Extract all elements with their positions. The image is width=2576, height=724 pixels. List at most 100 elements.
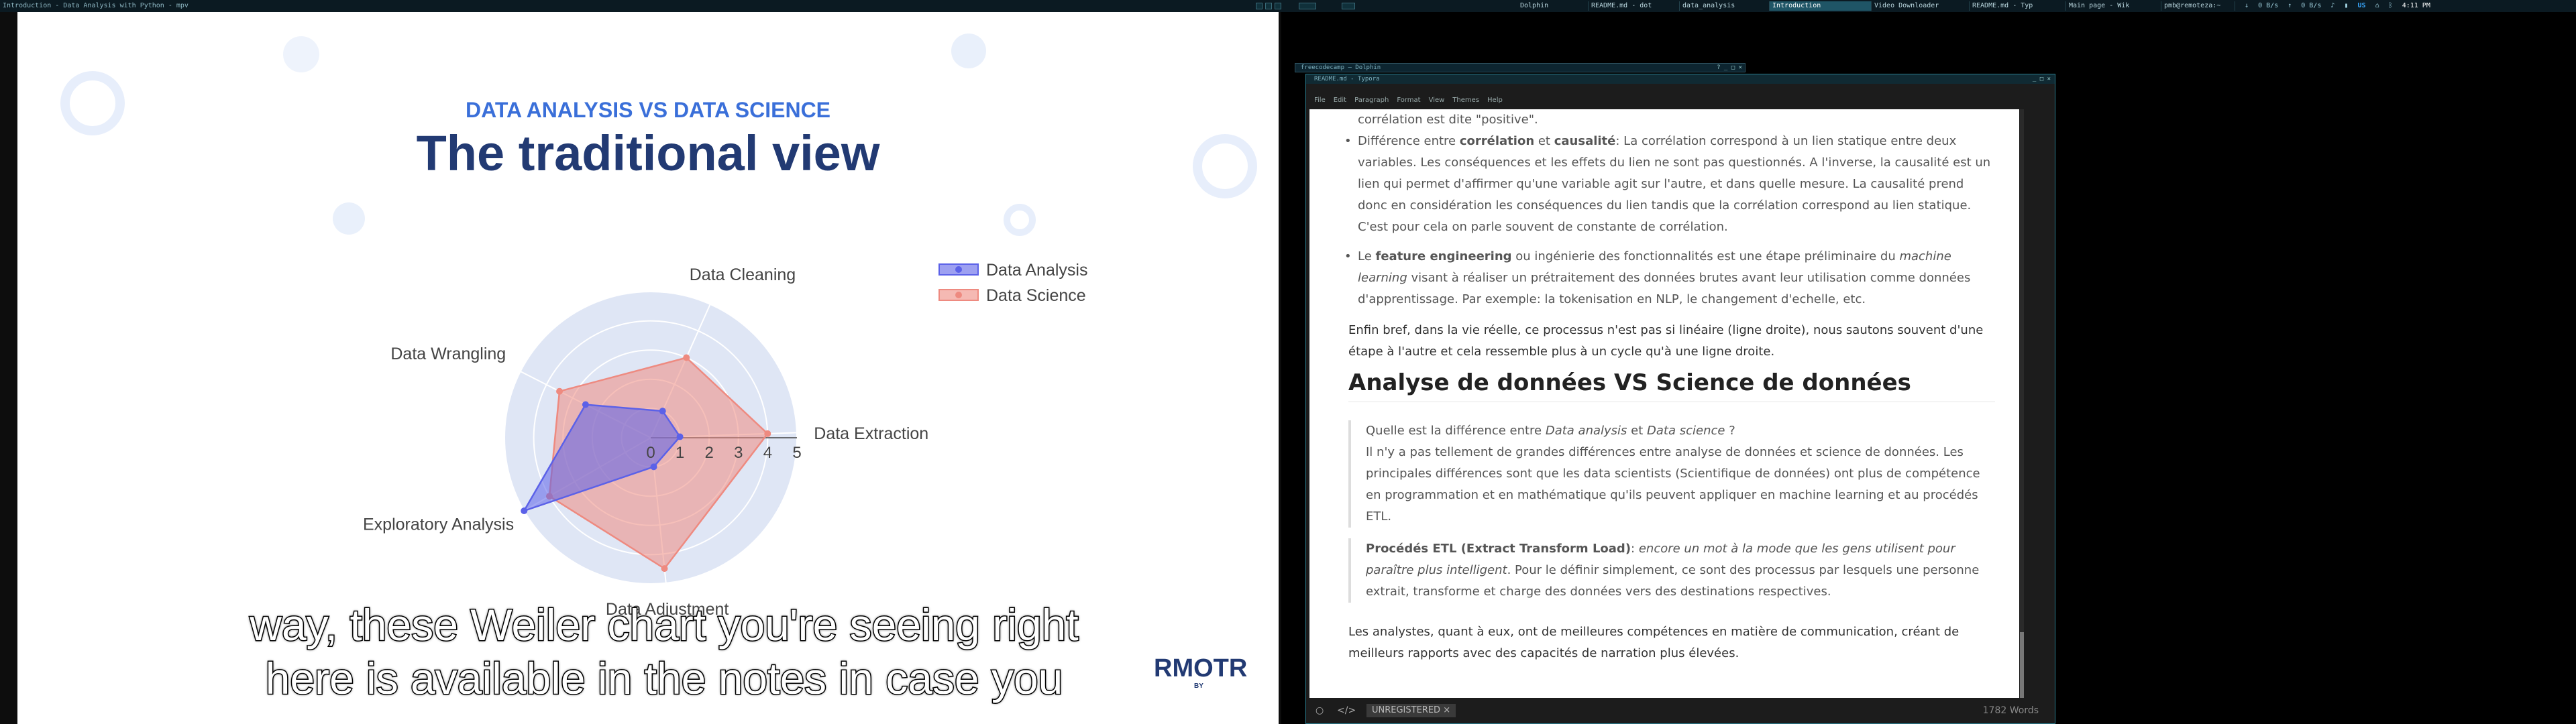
bullet-icon: • [1344,249,1352,263]
net-down-speed: 0 B/s [2258,2,2279,9]
dolphin-window-controls-icon[interactable]: ? _ □ × [1717,64,1742,72]
video-player[interactable]: DATA ANALYSIS VS DATA SCIENCE The tradit… [0,12,1281,724]
typora-statusbar: ○ </> UNREGISTERED × 1782 Words [1306,698,2055,723]
bq1-question: Quelle est la différence entre Data anal… [1366,420,1995,442]
series-point [683,354,690,361]
legend-marker [955,292,962,298]
radial-tick-label: 1 [676,444,684,462]
series-point [764,430,771,437]
task-list: Dolphin README.md - dot data_analysis Intro… [1517,0,2235,12]
typora-menubar: File Edit Paragraph Format View Themes Help [1306,95,2055,107]
series-point [650,463,657,471]
network-icon[interactable]: ⌂ [2375,1,2379,11]
doc-blockquote: Procédés ETL (Extract Transform Load): e… [1348,538,1995,603]
markdown-document[interactable]: corrélation est dite "positive". • Différ… [1309,109,2019,698]
rmotr-logo-by: BY [1194,682,1203,690]
window-close-icon[interactable] [1275,3,1281,9]
taskbar-item[interactable]: Introduction [1770,1,1872,11]
menu-item-view[interactable]: View [1429,95,1445,107]
axis-label: Data Extraction [814,424,928,443]
series-point [556,387,564,395]
menu-item-edit[interactable]: Edit [1334,95,1346,107]
taskbar-item[interactable]: Main page - Wik [2066,1,2161,11]
unregistered-badge[interactable]: UNREGISTERED × [1366,704,1456,717]
window-maximize-icon[interactable] [1265,3,1272,9]
axis-label: Data Cleaning [690,265,796,284]
taskbar-item[interactable]: data_analysis [1680,1,1770,11]
legend-marker [955,266,962,273]
clock[interactable]: 4:11 PM [2402,1,2430,11]
q2-colon: : [1631,542,1639,556]
b1-pre: Différence entre [1358,134,1460,148]
legend-label: Data Science [986,286,1086,305]
q1-italic-1: Data analysis [1545,424,1627,438]
workspace-indicator[interactable] [1299,3,1316,9]
axis-label: Exploratory Analysis [363,516,514,534]
subtitles: way, these Weiler chart you're seeing ri… [101,598,1228,705]
subtitle-line-2: here is available in the notes in case y… [264,653,1064,705]
radial-tick-label: 4 [763,444,772,462]
typora-window-controls-icon[interactable]: _ □ × [2033,74,2051,84]
b2-keyword: feature engineering [1375,249,1512,263]
workspace-indicator-2[interactable] [1342,3,1355,9]
doc-blockquote: Quelle est la différence entre Data anal… [1348,420,1995,528]
menu-item-file[interactable]: File [1314,95,1326,107]
q1-italic-2: Data science [1647,424,1725,438]
b1-keyword-1: corrélation [1459,134,1535,148]
taskbar-item[interactable]: Video Downloader [1872,1,1970,11]
series-point [676,433,684,440]
axis-label: Data Wrangling [390,345,506,363]
net-up-speed: 0 B/s [2301,2,2322,9]
battery-icon[interactable]: ▮ [2344,1,2348,11]
q2-keyword: Procédés ETL (Extract Transform Load) [1366,542,1631,556]
menu-item-help[interactable]: Help [1487,95,1503,107]
doc-fragment: corrélation est dite "positive". [1358,113,1538,127]
window-minimize-icon[interactable] [1256,3,1263,9]
radial-tick-label: 0 [646,444,655,462]
keyboard-layout[interactable]: US [2358,1,2366,11]
radial-tick-label: 2 [705,444,714,462]
bluetooth-icon[interactable]: ᛒ [2389,1,2393,11]
list-item: • Le feature engineering ou ingénierie de… [1344,246,1995,310]
net-up-icon: ↑ [2288,2,2292,9]
bullet-icon: • [1344,134,1352,148]
doc-paragraph: Les analystes, quant à eux, ont de meill… [1348,625,1960,660]
series-point [582,401,589,408]
outline-toggle-icon[interactable]: ○ [1316,698,1324,723]
bq1-body: Il n'y a pas tellement de grandes différ… [1366,445,1980,524]
subtitle-line-1: way, these Weiler chart you're seeing ri… [249,599,1079,651]
scrollbar-thumb[interactable] [2020,632,2024,698]
b1-mid: et [1534,134,1554,148]
q1-end: ? [1725,424,1735,438]
rmotr-logo: RMOTR [1154,654,1248,682]
list-item: • Différence entre corrélation et causali… [1344,131,1995,238]
document-scrollbar[interactable] [2020,109,2024,698]
system-tray: ↓ 0 B/s ↑ 0 B/s ♪ ▮ US ⌂ ᛒ 4:11 PM [2239,1,2430,11]
word-count[interactable]: 1782 Words [1983,698,2039,723]
series-point [659,408,666,415]
menu-item-format[interactable]: Format [1397,95,1420,107]
dolphin-titlebar[interactable]: freecodecamp — Dolphin ? _ □ × [1295,63,1746,72]
doc-heading: Analyse de données VS Science de données [1348,368,1995,402]
typora-window[interactable]: README.md - Typora _ □ × File Edit Paragra… [1305,74,2055,724]
dolphin-title: freecodecamp — Dolphin [1301,64,1381,71]
b1-keyword-2: causalité [1554,134,1616,148]
top-panel: Introduction - Data Analysis with Python… [0,0,2576,12]
b2-mid: ou ingénierie des fonctionnalités est un… [1511,249,1900,263]
b2-pre: Le [1358,249,1376,263]
taskbar-item[interactable]: pmb@remoteza:~ [2161,1,2235,11]
taskbar-item[interactable]: README.md - dot [1589,1,1680,11]
legend-label: Data Analysis [986,261,1087,280]
series-point [521,507,528,514]
series-point [661,565,668,572]
volume-icon[interactable]: ♪ [2330,1,2334,11]
taskbar-item[interactable]: Dolphin [1517,1,1589,11]
source-mode-icon[interactable]: </> [1337,698,1356,723]
b2-rest: visant à réaliser un prétraitement des d… [1358,271,1971,306]
menu-item-themes[interactable]: Themes [1452,95,1479,107]
radial-tick-label: 5 [792,444,801,462]
typora-titlebar[interactable]: README.md - Typora _ □ × [1306,74,2055,84]
taskbar-item[interactable]: README.md - Typ [1970,1,2066,11]
menu-item-paragraph[interactable]: Paragraph [1354,95,1389,107]
typora-title: README.md - Typora [1314,76,1380,82]
